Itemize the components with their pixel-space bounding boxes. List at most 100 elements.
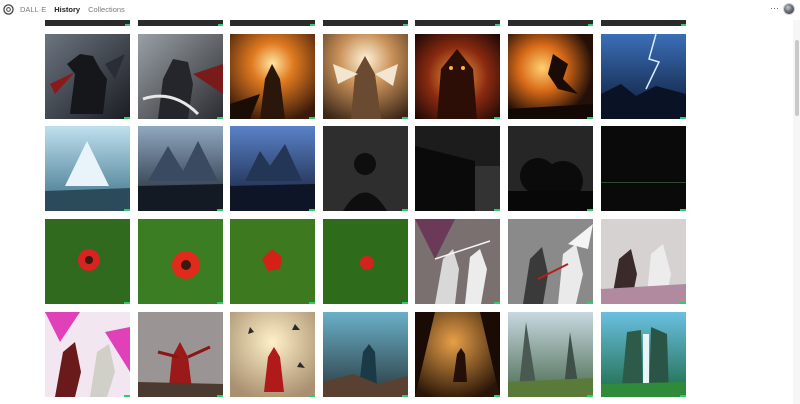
generated-image-tile[interactable] xyxy=(230,34,315,119)
dark-building-silhouette-image xyxy=(415,126,500,211)
dark-knight-image xyxy=(45,34,130,119)
more-horizontal-icon[interactable]: ··· xyxy=(770,3,779,13)
generated-image-tile[interactable] xyxy=(508,34,593,119)
dark-silhouette-head-image xyxy=(323,126,408,211)
white-knights-fighting-image xyxy=(601,219,686,304)
generated-image-tile[interactable] xyxy=(601,34,686,119)
tab-history[interactable]: History xyxy=(54,4,80,15)
app-name-link[interactable]: DALL·E xyxy=(20,4,46,15)
status-indicator xyxy=(680,209,686,211)
generated-image-tile[interactable] xyxy=(45,312,130,397)
status-indicator xyxy=(217,395,223,397)
top-navigation-bar: DALL·E History Collections ··· xyxy=(0,0,800,20)
status-indicator xyxy=(309,302,315,304)
status-indicator xyxy=(402,117,408,119)
generated-image-tile[interactable] xyxy=(45,219,130,304)
previous-row-image[interactable] xyxy=(230,20,315,26)
status-indicator xyxy=(587,209,593,211)
status-indicator xyxy=(217,117,223,119)
status-indicator xyxy=(587,117,593,119)
status-indicator xyxy=(309,117,315,119)
tab-collections[interactable]: Collections xyxy=(88,4,125,15)
generated-image-tile[interactable] xyxy=(415,219,500,304)
status-indicator xyxy=(124,117,130,119)
status-indicator xyxy=(402,302,408,304)
status-indicator xyxy=(494,117,500,119)
status-indicator xyxy=(402,395,408,397)
teal-demon-ruins-image xyxy=(323,312,408,397)
previous-row-image[interactable] xyxy=(45,20,130,26)
explosion-silhouette-image xyxy=(508,34,593,119)
generated-image-tile[interactable] xyxy=(138,34,223,119)
white-knights-fighting-image xyxy=(508,219,593,304)
magenta-warriors-image xyxy=(45,312,130,397)
army-storm-castle-image xyxy=(230,126,315,211)
previous-row-image[interactable] xyxy=(138,20,223,26)
army-before-mountain-image xyxy=(45,126,130,211)
status-indicator xyxy=(402,209,408,211)
status-indicator xyxy=(587,302,593,304)
status-indicator xyxy=(494,302,500,304)
armored-warrior-sword-image xyxy=(138,34,223,119)
status-indicator xyxy=(124,302,130,304)
generated-image-tile[interactable] xyxy=(45,126,130,211)
status-indicator xyxy=(680,117,686,119)
generated-image-tile[interactable] xyxy=(230,312,315,397)
generated-image-tile[interactable] xyxy=(508,312,593,397)
generated-image-tile[interactable] xyxy=(601,219,686,304)
army-dark-mountains-image xyxy=(138,126,223,211)
orange-cave-demon-image xyxy=(415,312,500,397)
dark-trees-night-image xyxy=(508,126,593,211)
generated-image-tile[interactable] xyxy=(138,219,223,304)
previous-row-image[interactable] xyxy=(508,20,593,26)
generated-image-tile[interactable] xyxy=(230,219,315,304)
demonic-armor-fire-image xyxy=(415,34,500,119)
red-flower-grass-image xyxy=(323,219,408,304)
white-knights-fighting-image xyxy=(415,219,500,304)
red-demon-sky-image xyxy=(230,312,315,397)
status-indicator xyxy=(494,209,500,211)
black-night-horizon-image xyxy=(601,126,686,211)
generated-image-tile[interactable] xyxy=(415,34,500,119)
generated-image-tile[interactable] xyxy=(138,126,223,211)
generated-image-tile[interactable] xyxy=(415,126,500,211)
status-indicator xyxy=(680,302,686,304)
generated-image-tile[interactable] xyxy=(323,126,408,211)
status-indicator xyxy=(124,209,130,211)
generated-image-tile[interactable] xyxy=(601,312,686,397)
scrollbar-thumb[interactable] xyxy=(795,40,799,116)
red-flower-grass-image xyxy=(138,219,223,304)
generated-image-tile[interactable] xyxy=(323,34,408,119)
blue-lightning-battle-image xyxy=(601,34,686,119)
red-demon-image xyxy=(138,312,223,397)
status-indicator xyxy=(680,395,686,397)
generated-image-tile[interactable] xyxy=(415,312,500,397)
status-indicator xyxy=(124,395,130,397)
status-indicator xyxy=(217,209,223,211)
golden-knight-image xyxy=(323,34,408,119)
generated-image-tile[interactable] xyxy=(323,312,408,397)
user-avatar[interactable] xyxy=(783,3,795,15)
fire-warrior-image xyxy=(230,34,315,119)
status-indicator xyxy=(309,395,315,397)
generated-image-tile[interactable] xyxy=(45,34,130,119)
status-indicator xyxy=(217,302,223,304)
red-flower-grass-image xyxy=(230,219,315,304)
red-flower-grass-image xyxy=(45,219,130,304)
generated-image-tile[interactable] xyxy=(601,126,686,211)
openai-logo-icon[interactable] xyxy=(3,4,14,15)
status-indicator xyxy=(587,395,593,397)
generated-image-tile[interactable] xyxy=(138,312,223,397)
status-indicator xyxy=(309,209,315,211)
previous-row-image[interactable] xyxy=(415,20,500,26)
previous-row-image[interactable] xyxy=(323,20,408,26)
generated-image-tile[interactable] xyxy=(230,126,315,211)
fantasy-cliffs-landscape-image xyxy=(508,312,593,397)
generated-image-tile[interactable] xyxy=(508,126,593,211)
previous-row-image[interactable] xyxy=(601,20,686,26)
status-indicator xyxy=(494,395,500,397)
generated-image-tile[interactable] xyxy=(323,219,408,304)
waterfall-cliffs-image xyxy=(601,312,686,397)
nav-links: DALL·E History Collections xyxy=(20,4,125,15)
generated-image-tile[interactable] xyxy=(508,219,593,304)
